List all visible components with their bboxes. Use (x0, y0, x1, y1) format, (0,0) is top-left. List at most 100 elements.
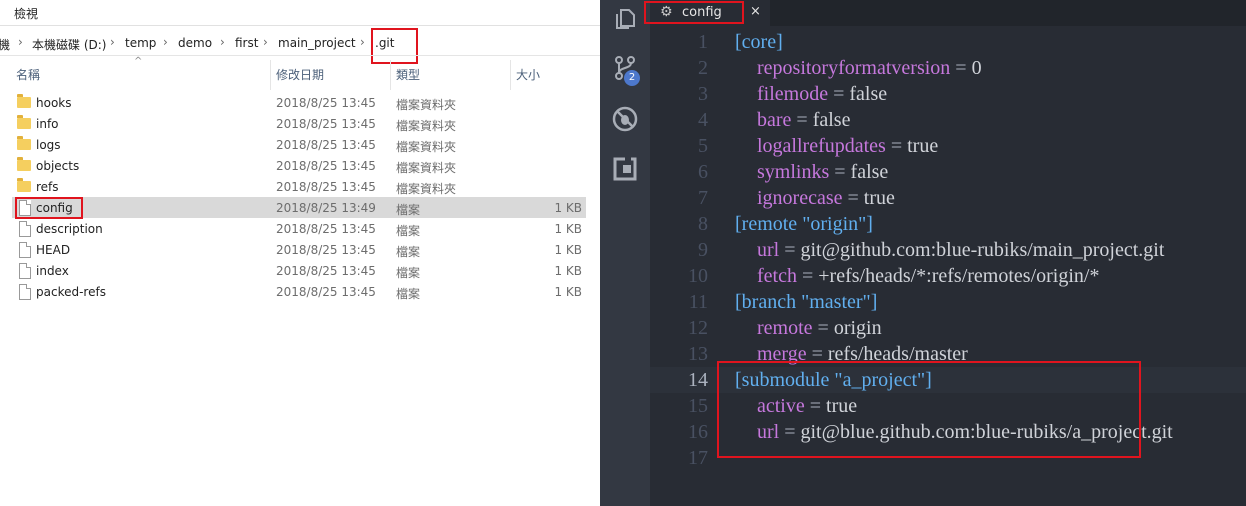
file-type: 檔案資料夾 (396, 182, 457, 196)
equals-sign: = (828, 83, 850, 105)
code-line[interactable]: 12 remote = origin (650, 315, 1246, 341)
breadcrumb[interactable]: 機 › 本機磁碟 (D:) › temp › demo › first › ma… (0, 32, 600, 54)
file-row[interactable]: info 2018/8/25 13:45 檔案資料夾 (12, 113, 586, 134)
breadcrumb-item[interactable]: 本機磁碟 (D:) (32, 36, 106, 53)
column-header-date[interactable]: 修改日期 (276, 66, 324, 83)
debug-icon[interactable] (612, 106, 638, 132)
code-line[interactable]: 1 [core] (650, 29, 1246, 55)
file-name: index (36, 264, 69, 278)
column-header-type[interactable]: 類型 (396, 66, 420, 83)
line-number: 11 (688, 291, 708, 313)
equals-sign: = (791, 109, 813, 131)
chevron-right-icon: › (360, 35, 365, 49)
file-size: 1 KB (554, 264, 582, 278)
file-row[interactable]: config 2018/8/25 13:49 檔案 1 KB (12, 197, 586, 218)
file-name: HEAD (36, 243, 71, 257)
folder-icon (17, 136, 31, 150)
file-date: 2018/8/25 13:45 (276, 264, 376, 278)
line-number: 13 (688, 343, 708, 365)
highlight-box-config-file (15, 197, 83, 219)
file-explorer: 檢視 機 › 本機磁碟 (D:) › temp › demo › first ›… (0, 0, 600, 506)
line-text: fetch = +refs/heads/*:refs/remotes/origi… (735, 263, 1099, 289)
column-divider[interactable] (390, 60, 391, 90)
section-header: [remote "origin"] (735, 213, 873, 235)
file-date: 2018/8/25 13:45 (276, 117, 376, 131)
column-header-name[interactable]: 名稱 (16, 66, 40, 83)
breadcrumb-item[interactable]: demo (178, 36, 212, 50)
file-row[interactable]: packed-refs 2018/8/25 13:45 檔案 1 KB (12, 281, 586, 302)
code-line[interactable]: 5 logallrefupdates = true (650, 133, 1246, 159)
section-header: [core] (735, 31, 783, 53)
breadcrumb-item[interactable]: temp (125, 36, 156, 50)
file-icon (17, 284, 31, 301)
file-name: description (36, 222, 103, 236)
folder-icon (17, 115, 31, 129)
line-text: bare = false (735, 107, 850, 133)
column-header-size[interactable]: 大小 (516, 66, 540, 83)
file-row[interactable]: HEAD 2018/8/25 13:45 檔案 1 KB (12, 239, 586, 260)
breadcrumb-item[interactable]: 機 (0, 36, 10, 53)
extensions-icon[interactable] (612, 156, 638, 182)
file-name: hooks (36, 96, 72, 110)
ribbon-tab-view[interactable]: 檢視 (14, 5, 38, 22)
equals-sign: = (829, 161, 851, 183)
breadcrumb-item[interactable]: first (235, 36, 258, 50)
line-number: 15 (688, 395, 708, 417)
line-number: 8 (698, 213, 708, 235)
file-type: 檔案 (396, 245, 421, 259)
equals-sign: = (779, 239, 801, 261)
equals-sign: = (885, 135, 908, 157)
file-date: 2018/8/25 13:45 (276, 96, 376, 110)
line-text: symlinks = false (735, 159, 888, 185)
config-key: ignorecase (757, 187, 843, 209)
file-row[interactable]: index 2018/8/25 13:45 檔案 1 KB (12, 260, 586, 281)
activity-bar: 2 (600, 0, 650, 506)
column-divider[interactable] (270, 60, 271, 90)
line-number: 2 (698, 57, 708, 79)
file-row[interactable]: objects 2018/8/25 13:45 檔案資料夾 (12, 155, 586, 176)
file-size: 1 KB (554, 222, 582, 236)
file-type: 檔案資料夾 (396, 119, 457, 133)
equals-sign: = (842, 187, 864, 209)
breadcrumb-item[interactable]: main_project (278, 36, 356, 50)
column-divider[interactable] (510, 60, 511, 90)
config-key: url (757, 239, 780, 261)
address-divider (0, 55, 600, 56)
folder-icon (17, 157, 31, 171)
code-line[interactable]: 3 filemode = false (650, 81, 1246, 107)
line-text: filemode = false (735, 81, 887, 107)
equals-sign: = (950, 57, 972, 79)
explorer-files-icon[interactable] (612, 6, 638, 32)
code-line[interactable]: 11 [branch "master"] (650, 289, 1246, 315)
line-number: 9 (698, 239, 708, 261)
config-key: fetch (757, 265, 797, 287)
line-text: [remote "origin"] (735, 211, 873, 237)
file-size: 1 KB (554, 243, 582, 257)
line-text: logallrefupdates = true (735, 133, 938, 159)
code-line[interactable]: 7 ignorecase = true (650, 185, 1246, 211)
source-control-badge: 2 (624, 70, 640, 86)
file-date: 2018/8/25 13:45 (276, 159, 376, 173)
code-line[interactable]: 2 repositoryformatversion = 0 (650, 55, 1246, 81)
file-row[interactable]: refs 2018/8/25 13:45 檔案資料夾 (12, 176, 586, 197)
line-number: 10 (688, 265, 708, 287)
line-number: 6 (698, 161, 708, 183)
equals-sign: = (812, 317, 834, 339)
line-number: 12 (688, 317, 708, 339)
line-number: 16 (688, 421, 708, 443)
code-line[interactable]: 9 url = git@github.com:blue-rubiks/main_p… (650, 237, 1246, 263)
close-icon[interactable]: × (750, 4, 761, 19)
code-line[interactable]: 8 [remote "origin"] (650, 211, 1246, 237)
line-text: [core] (735, 29, 783, 55)
file-type: 檔案 (396, 266, 421, 280)
chevron-right-icon: › (163, 35, 168, 49)
code-line[interactable]: 4 bare = false (650, 107, 1246, 133)
config-value: origin (833, 317, 882, 339)
line-number: 14 (688, 369, 708, 391)
code-line[interactable]: 6 symlinks = false (650, 159, 1246, 185)
code-line[interactable]: 10 fetch = +refs/heads/*:refs/remotes/ori… (650, 263, 1246, 289)
file-row[interactable]: logs 2018/8/25 13:45 檔案資料夾 (12, 134, 586, 155)
file-row[interactable]: description 2018/8/25 13:45 檔案 1 KB (12, 218, 586, 239)
file-row[interactable]: hooks 2018/8/25 13:45 檔案資料夾 (12, 92, 586, 113)
chevron-right-icon: › (110, 35, 115, 49)
